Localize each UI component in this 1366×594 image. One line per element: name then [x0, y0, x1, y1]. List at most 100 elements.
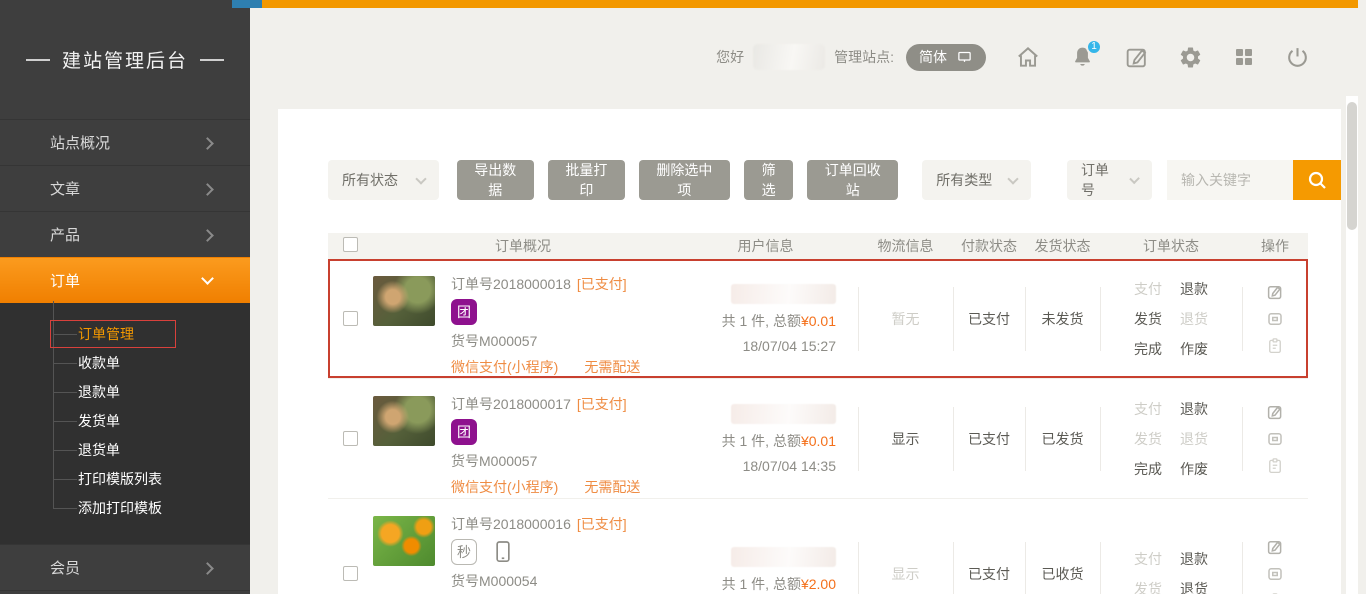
order-datetime: 18/07/04 15:27 — [743, 338, 836, 354]
chevron-right-icon — [201, 137, 214, 150]
sidebar-item-orders[interactable]: 订单 — [0, 257, 250, 303]
submenu-item-shipments[interactable]: 发货单 — [0, 406, 250, 435]
filter-button[interactable]: 筛选 — [744, 160, 794, 200]
notifications-button[interactable]: 1 — [1070, 45, 1095, 70]
order-state-action[interactable]: 完成 — [1134, 459, 1162, 479]
search-button[interactable] — [1293, 160, 1341, 200]
sidebar-item-articles[interactable]: 文章 — [0, 165, 250, 211]
logo-dash-left — [26, 59, 50, 61]
print-order-button[interactable] — [1266, 565, 1284, 583]
logistics-status-link[interactable]: 显示 — [892, 429, 920, 449]
product-thumbnail[interactable] — [373, 516, 435, 566]
logistics-status-link[interactable]: 暂无 — [892, 309, 920, 329]
product-thumbnail[interactable] — [373, 396, 435, 446]
submenu-item-print-template-list[interactable]: 打印模版列表 — [0, 464, 250, 493]
order-note-button[interactable] — [1266, 337, 1284, 355]
shipping-status: 已收货 — [1042, 564, 1084, 584]
edit-site-button[interactable] — [1124, 45, 1149, 70]
order-type-badge: 团 — [451, 299, 477, 325]
search-input[interactable] — [1167, 160, 1293, 200]
search-field-dropdown[interactable]: 订单号 — [1067, 160, 1152, 200]
print-order-button[interactable] — [1266, 430, 1284, 448]
column-header-shipping-status: 发货状态 — [1025, 236, 1100, 256]
submenu-item-refunds[interactable]: 退款单 — [0, 377, 250, 406]
edit-icon — [1124, 45, 1149, 70]
order-state-action[interactable]: 退货 — [1180, 579, 1208, 594]
chevron-down-icon — [1129, 173, 1140, 184]
order-badges: 团 — [451, 299, 640, 325]
grid-icon — [1232, 45, 1256, 69]
order-badges: 秒 — [451, 539, 627, 565]
delivery-note-link[interactable]: 无需配送 — [584, 357, 640, 377]
print-order-button[interactable] — [1266, 310, 1284, 328]
sidebar-item-members[interactable]: 会员 — [0, 544, 250, 590]
logout-button[interactable] — [1285, 45, 1310, 70]
order-state-action[interactable]: 完成 — [1134, 339, 1162, 359]
edit-order-button[interactable] — [1266, 283, 1284, 301]
search-field-value: 订单号 — [1081, 160, 1119, 200]
scrollbar-thumb[interactable] — [1347, 102, 1357, 230]
submenu-label: 添加打印模板 — [78, 498, 162, 518]
column-header-order-overview: 订单概况 — [373, 236, 673, 256]
payment-method-link[interactable]: 微信支付(小程序) — [451, 477, 558, 497]
payment-method-link[interactable]: 微信支付(小程序) — [451, 357, 558, 377]
order-badges: 团 — [451, 419, 640, 445]
logistics-status-link[interactable]: 显示 — [892, 564, 920, 584]
sidebar-item-label: 订单 — [50, 270, 80, 291]
submenu-item-receipts[interactable]: 收款单 — [0, 348, 250, 377]
paid-tag: [已支付] — [577, 274, 627, 294]
manage-site-label: 管理站点: — [834, 47, 894, 67]
settings-button[interactable] — [1178, 45, 1203, 70]
type-filter-value: 所有类型 — [936, 170, 992, 190]
scrollbar-track[interactable] — [1346, 96, 1358, 594]
edit-order-button[interactable] — [1266, 538, 1284, 556]
column-header-order-status: 订单状态 — [1100, 236, 1242, 256]
submenu-label: 订单管理 — [78, 324, 134, 344]
submenu-item-returns[interactable]: 退货单 — [0, 435, 250, 464]
order-state-actions: 支付退款发货退货完成作废 — [1134, 279, 1208, 359]
submenu-label: 打印模版列表 — [78, 469, 162, 489]
sidebar-item-label: 产品 — [50, 224, 80, 245]
sidebar-item-products[interactable]: 产品 — [0, 211, 250, 257]
print-icon — [1266, 430, 1284, 448]
select-all-checkbox[interactable] — [343, 237, 358, 252]
logo-dash-right — [200, 59, 224, 61]
order-state-action[interactable]: 作废 — [1180, 459, 1208, 479]
delivery-note-link[interactable]: 无需配送 — [584, 477, 640, 497]
sidebar-item-site-overview[interactable]: 站点概况 — [0, 119, 250, 165]
export-data-button[interactable]: 导出数据 — [457, 160, 534, 200]
edit-order-button[interactable] — [1266, 403, 1284, 421]
row-checkbox[interactable] — [343, 566, 358, 581]
chevron-down-icon — [415, 173, 426, 184]
status-filter-dropdown[interactable]: 所有状态 — [328, 160, 439, 200]
apps-button[interactable] — [1232, 45, 1256, 69]
order-note-button[interactable] — [1266, 457, 1284, 475]
language-switch-button[interactable]: 简体 — [906, 44, 986, 71]
greeting-group: 您好 管理站点: 简体 — [716, 44, 986, 71]
home-button[interactable] — [1015, 44, 1041, 70]
print-icon — [1266, 565, 1284, 583]
edit-icon — [1266, 283, 1284, 301]
column-header-actions: 操作 — [1242, 236, 1308, 256]
batch-print-button[interactable]: 批量打印 — [548, 160, 625, 200]
order-state-action: 支付 — [1134, 399, 1162, 419]
redacted-customer-name — [731, 284, 836, 304]
order-state-action[interactable]: 作废 — [1180, 339, 1208, 359]
order-state-action[interactable]: 退款 — [1180, 279, 1208, 299]
submenu-item-order-management[interactable]: 订单管理 — [0, 319, 250, 348]
order-table-row: 订单号2018000016 [已支付] 秒 货号M000054 共 1 件, 总… — [328, 499, 1308, 594]
sku-number: 货号M000054 — [451, 570, 627, 591]
row-checkbox[interactable] — [343, 311, 358, 326]
sidebar-item-label: 文章 — [50, 178, 80, 199]
order-state-action[interactable]: 退款 — [1180, 549, 1208, 569]
order-state-action[interactable]: 发货 — [1134, 309, 1162, 329]
product-thumbnail[interactable] — [373, 276, 435, 326]
shipping-status: 已发货 — [1042, 429, 1084, 449]
order-recycle-bin-button[interactable]: 订单回收站 — [807, 160, 898, 200]
type-filter-dropdown[interactable]: 所有类型 — [922, 160, 1031, 200]
order-state-action[interactable]: 退款 — [1180, 399, 1208, 419]
payment-status: 已支付 — [968, 564, 1010, 584]
row-checkbox[interactable] — [343, 431, 358, 446]
submenu-item-add-print-template[interactable]: 添加打印模板 — [0, 493, 250, 522]
delete-selected-button[interactable]: 删除选中项 — [639, 160, 730, 200]
